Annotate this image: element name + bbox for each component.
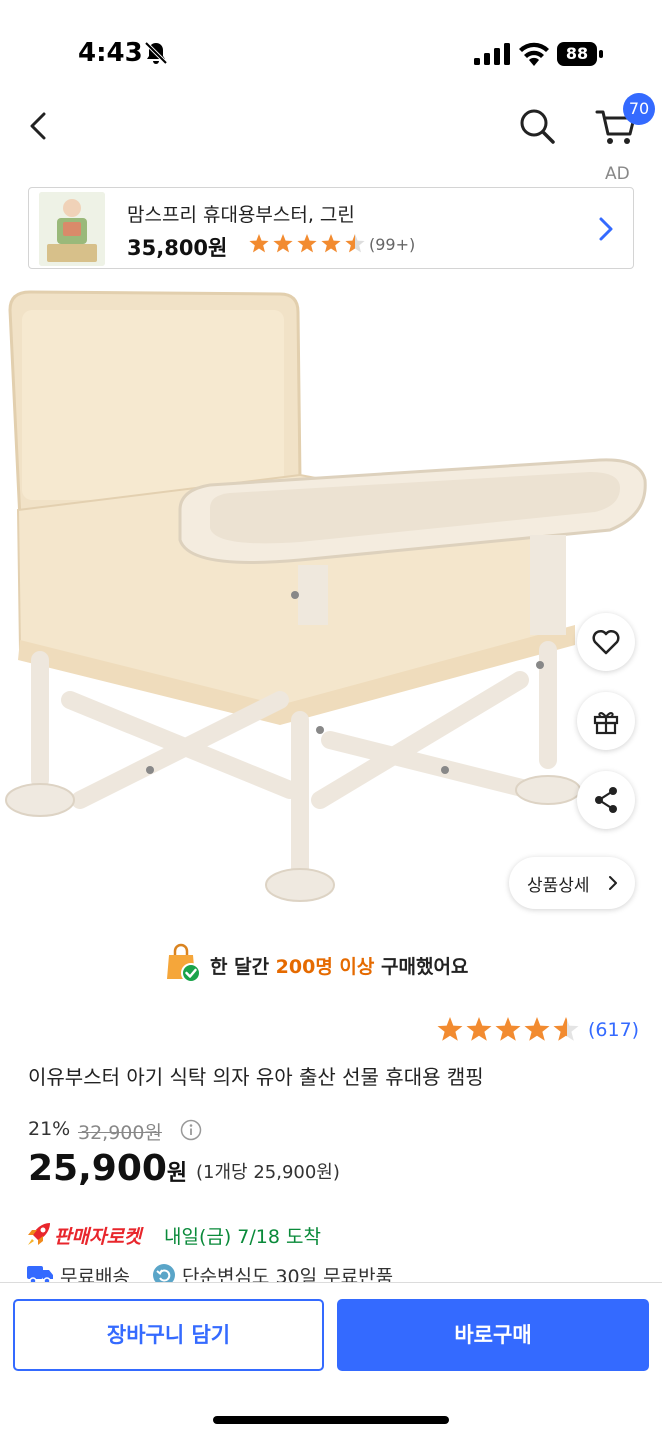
sponsored-product-card[interactable]: 맘스프리 휴대용부스터, 그린 35,800원 (99+) (28, 187, 634, 269)
product-image[interactable] (0, 280, 662, 930)
wifi-icon (519, 42, 549, 66)
info-icon[interactable] (180, 1119, 202, 1141)
share-icon (595, 787, 617, 813)
search-icon[interactable] (516, 105, 558, 147)
buy-now-button[interactable]: 바로구매 (337, 1299, 649, 1371)
ad-review-count: (99+) (369, 235, 416, 254)
wishlist-button[interactable] (577, 613, 635, 671)
chevron-right-icon (609, 876, 617, 890)
purchase-count-notice: 한 달간 200명 이상 구매했어요 (210, 956, 469, 978)
ad-label: AD (605, 164, 630, 184)
discount-rate: 21% (28, 1118, 71, 1140)
rating-stars[interactable] (436, 1016, 582, 1044)
status-bar: 4:43 88 (0, 0, 662, 100)
gift-button[interactable] (577, 692, 635, 750)
gift-icon (593, 712, 619, 735)
ad-product-title: 맘스프리 휴대용부스터, 그린 (127, 204, 355, 226)
review-count-link[interactable]: (617) (588, 1019, 639, 1041)
seller-rocket-label: 판매자로켓 (54, 1226, 142, 1248)
share-button[interactable] (577, 771, 635, 829)
ad-product-price: 35,800원 (127, 236, 228, 260)
shopping-bag-check-icon (167, 943, 201, 983)
original-price: 32,900원 (78, 1122, 162, 1144)
sale-price: 25,900원 (28, 1148, 188, 1189)
delivery-date: 내일(금) 7/18 도착 (164, 1226, 321, 1248)
ad-rating-stars (249, 234, 365, 253)
product-title: 이유부스터 아기 식탁 의자 유아 출산 선물 휴대용 캠핑 (28, 1065, 484, 1089)
ad-product-thumbnail (39, 192, 105, 266)
product-detail-label: 상품상세 (527, 876, 590, 896)
product-detail-button[interactable]: 상품상세 (509, 857, 635, 909)
heart-icon (592, 629, 620, 655)
chevron-right-icon (599, 217, 613, 241)
battery-level: 88 (557, 42, 597, 66)
back-chevron-icon[interactable] (22, 106, 58, 146)
bell-off-icon (144, 41, 168, 65)
status-time: 4:43 (78, 38, 143, 68)
bottom-action-bar: 장바구니 담기 바로구매 (0, 1282, 662, 1440)
cart-count-badge: 70 (623, 93, 655, 125)
battery-icon: 88 (557, 42, 603, 66)
home-indicator (213, 1416, 449, 1424)
cellular-signal-icon (474, 43, 510, 65)
unit-price: (1개당 25,900원) (196, 1162, 340, 1183)
rocket-icon (28, 1223, 50, 1245)
add-to-cart-button[interactable]: 장바구니 담기 (13, 1299, 324, 1371)
